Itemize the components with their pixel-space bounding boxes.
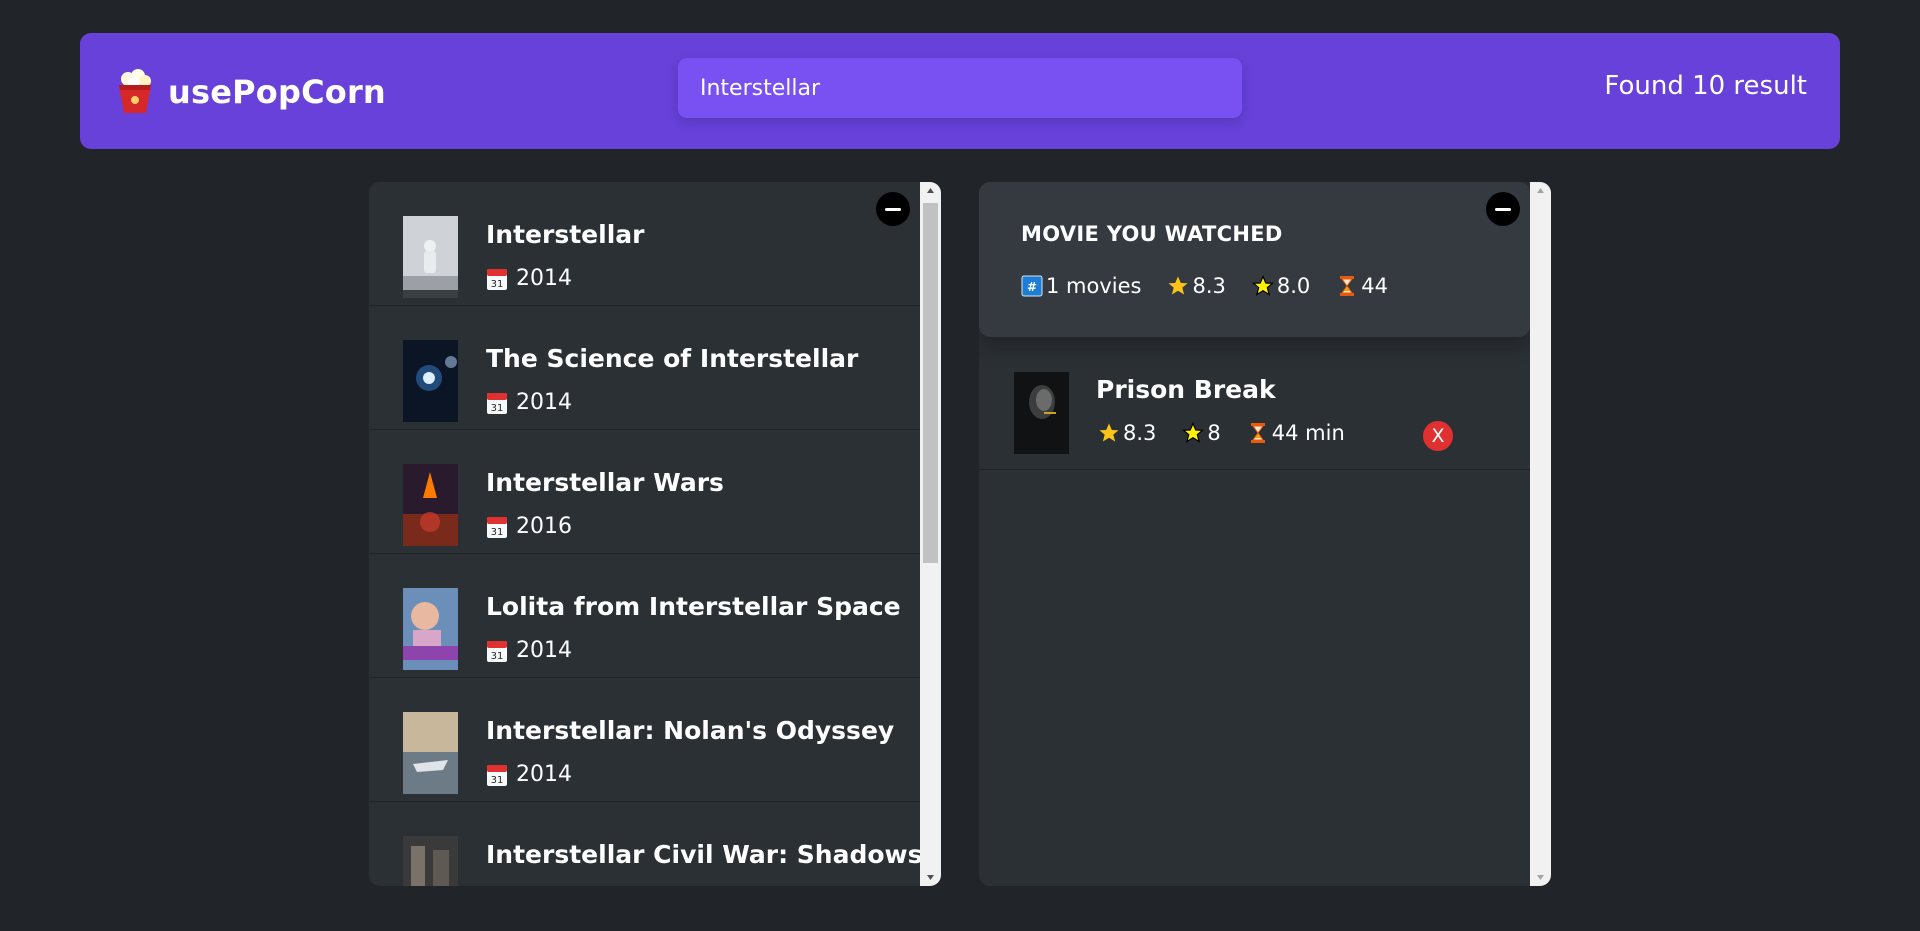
svg-text:31: 31 (491, 279, 504, 290)
watched-movie-stats: 8.3 8 44 min (1098, 421, 1371, 445)
list-item[interactable]: Interstellar: Nolan's Odyssey 31 2014 (369, 678, 920, 802)
runtime-stat: 44 min (1247, 421, 1345, 445)
movie-title: Lolita from Interstellar Space (486, 592, 901, 621)
summary-stats: # 1 movies 8.3 8.0 44 (1021, 274, 1414, 298)
scroll-down-arrow-icon[interactable] (920, 869, 941, 886)
movie-year-value: 2014 (516, 390, 572, 415)
imdb-rating: 8.3 (1123, 421, 1157, 445)
popcorn-icon (119, 69, 151, 113)
movie-title: Interstellar: Nolan's Odyssey (486, 716, 895, 745)
search-input[interactable] (678, 58, 1242, 118)
movies-count-stat: # 1 movies (1021, 274, 1141, 298)
movie-year-value: 2014 (516, 638, 572, 663)
search-results-panel[interactable]: Interstellar 31 2014 The Science of Inte… (369, 182, 941, 886)
runtime-stat: 44 (1336, 274, 1388, 298)
navbar: usePopCorn Found 10 result (80, 33, 1840, 149)
svg-text:31: 31 (491, 527, 504, 538)
movie-title: Interstellar Wars (486, 468, 724, 497)
watched-summary: MOVIE YOU WATCHED # 1 movies 8.3 8.0 44 (979, 182, 1530, 337)
scrollbar[interactable] (1530, 182, 1551, 886)
movie-poster (403, 712, 458, 794)
list-item[interactable]: Interstellar 31 2014 (369, 182, 920, 306)
summary-title: MOVIE YOU WATCHED (1021, 222, 1283, 246)
hash-icon: # (1021, 275, 1043, 297)
movie-poster (403, 464, 458, 546)
svg-text:31: 31 (491, 775, 504, 786)
total-runtime: 44 (1361, 274, 1389, 298)
calendar-icon: 31 (487, 516, 507, 538)
movie-year: 31 2014 (486, 266, 572, 291)
user-rating: 8 (1207, 421, 1221, 445)
movie-poster (403, 216, 458, 298)
svg-text:31: 31 (491, 403, 504, 414)
movie-year-value: 2016 (516, 514, 572, 539)
movie-year-value: 2014 (516, 762, 572, 787)
movie-title: The Science of Interstellar (486, 344, 859, 373)
movie-title: Interstellar Civil War: Shadows of (486, 840, 941, 869)
calendar-icon: 31 (487, 392, 507, 414)
logo: usePopCorn (116, 69, 386, 115)
user-rating-stat: 8.0 (1251, 274, 1311, 298)
scrollbar[interactable] (920, 182, 941, 886)
delete-watched-button[interactable]: X (1423, 421, 1453, 451)
minus-icon (885, 207, 901, 211)
star-icon (1168, 276, 1188, 295)
scrollbar-thumb[interactable] (923, 203, 938, 563)
calendar-icon: 31 (487, 764, 507, 786)
movie-year: 31 2014 (486, 762, 572, 787)
imdb-rating-stat: 8.3 (1167, 274, 1226, 298)
watched-movie-title: Prison Break (1096, 375, 1276, 404)
user-rating-stat: 8 (1182, 421, 1221, 445)
movie-poster (1014, 372, 1069, 454)
glowing-star-icon (1251, 275, 1274, 296)
star-icon (1099, 423, 1119, 442)
watched-panel[interactable]: MOVIE YOU WATCHED # 1 movies 8.3 8.0 44 … (979, 182, 1551, 886)
svg-text:#: # (1027, 280, 1037, 294)
runtime: 44 min (1271, 421, 1345, 445)
imdb-rating-stat: 8.3 (1098, 421, 1156, 445)
hourglass-icon (1340, 276, 1355, 296)
list-item[interactable]: Interstellar Wars 31 2016 (369, 430, 920, 554)
minus-icon (1495, 207, 1511, 211)
movie-year: 31 2016 (486, 514, 572, 539)
scroll-up-arrow-icon[interactable] (920, 182, 941, 199)
svg-text:31: 31 (491, 651, 504, 662)
movie-title: Interstellar (486, 220, 645, 249)
movies-count: 1 movies (1046, 274, 1142, 298)
list-item[interactable]: Interstellar Civil War: Shadows of (369, 802, 941, 886)
scroll-up-arrow-icon[interactable] (1530, 182, 1551, 199)
hourglass-icon (1250, 423, 1265, 443)
scroll-down-arrow-icon[interactable] (1530, 869, 1551, 886)
avg-imdb-rating: 8.3 (1192, 274, 1226, 298)
movie-year: 31 2014 (486, 638, 572, 663)
movie-year: 31 2014 (486, 390, 572, 415)
app-name: usePopCorn (168, 73, 386, 111)
movie-list: Interstellar 31 2014 The Science of Inte… (369, 182, 941, 886)
calendar-icon: 31 (487, 640, 507, 662)
movie-poster (403, 836, 458, 886)
collapse-toggle-button[interactable] (1486, 192, 1520, 226)
movie-poster (403, 340, 458, 422)
watched-list-item[interactable]: Prison Break 8.3 8 44 min X (979, 337, 1530, 470)
calendar-icon: 31 (487, 268, 507, 290)
movie-poster (403, 588, 458, 670)
list-item[interactable]: Lolita from Interstellar Space 31 2014 (369, 554, 920, 678)
glowing-star-icon (1182, 422, 1205, 443)
list-item[interactable]: The Science of Interstellar 31 2014 (369, 306, 920, 430)
collapse-toggle-button[interactable] (876, 192, 910, 226)
avg-user-rating: 8.0 (1276, 274, 1311, 298)
results-count: Found 10 result (1604, 71, 1807, 101)
movie-year-value: 2014 (516, 266, 572, 291)
